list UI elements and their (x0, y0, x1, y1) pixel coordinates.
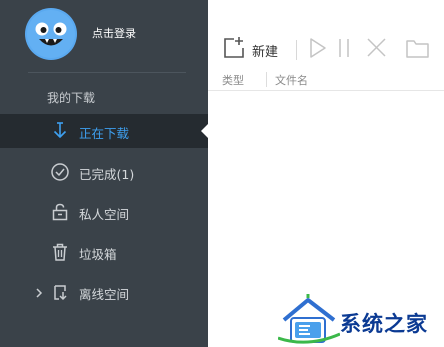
new-task-label: 新建 (252, 45, 279, 60)
pause-icon (339, 39, 349, 57)
watermark: 系统之家 (278, 290, 444, 347)
sidebar-item-label: 正在下载 (79, 126, 130, 141)
cloud-download-icon (50, 282, 70, 302)
sidebar-item-label: 离线空间 (79, 287, 130, 302)
sidebar-item-label: 已完成(1) (79, 167, 135, 182)
list-column-header: 类型 文件名 (208, 70, 444, 91)
trash-icon (50, 242, 70, 262)
lock-icon (50, 202, 70, 222)
new-task-button[interactable]: 新建 (222, 34, 286, 64)
toolbar-divider (296, 40, 297, 60)
play-button[interactable] (307, 34, 329, 64)
new-task-icon (224, 37, 244, 58)
play-icon (310, 38, 326, 58)
sidebar-item-completed[interactable]: 已完成(1) (0, 155, 208, 189)
download-arrow-icon (50, 121, 70, 141)
active-indicator (201, 124, 208, 138)
column-divider (266, 72, 267, 87)
pause-button[interactable] (335, 34, 353, 64)
folder-button[interactable] (404, 34, 432, 64)
sidebar-item-private-space[interactable]: 私人空间 (0, 195, 208, 229)
section-title-my-downloads: 我的下载 (47, 91, 96, 105)
check-circle-icon (50, 162, 70, 182)
sidebar-item-label: 垃圾箱 (79, 247, 117, 262)
sidebar-item-trash[interactable]: 垃圾箱 (0, 235, 208, 269)
column-type[interactable]: 类型 (222, 72, 244, 88)
folder-icon (406, 40, 429, 58)
house-logo-icon (278, 294, 340, 344)
delete-icon (367, 38, 386, 57)
smiley-avatar-icon[interactable] (25, 8, 77, 60)
user-area: 点击登录 (0, 0, 208, 70)
watermark-text: 系统之家 (340, 312, 428, 336)
toolbar: 新建 (208, 34, 444, 64)
sidebar-divider (28, 72, 186, 73)
sidebar-item-offline-space[interactable]: 离线空间 (0, 275, 208, 309)
login-link[interactable]: 点击登录 (92, 25, 136, 41)
sidebar-item-label: 私人空间 (79, 207, 130, 222)
app-window: 点击登录 我的下载 正在下载 已完成(1) 私人空间 垃圾箱 离线空间 新建 类… (0, 0, 444, 347)
column-filename[interactable]: 文件名 (275, 72, 308, 88)
sidebar: 点击登录 我的下载 正在下载 已完成(1) 私人空间 垃圾箱 离线空间 (0, 0, 208, 347)
chevron-right-icon[interactable] (34, 285, 44, 299)
delete-button[interactable] (364, 34, 390, 64)
sidebar-item-downloading[interactable]: 正在下载 (0, 114, 208, 148)
